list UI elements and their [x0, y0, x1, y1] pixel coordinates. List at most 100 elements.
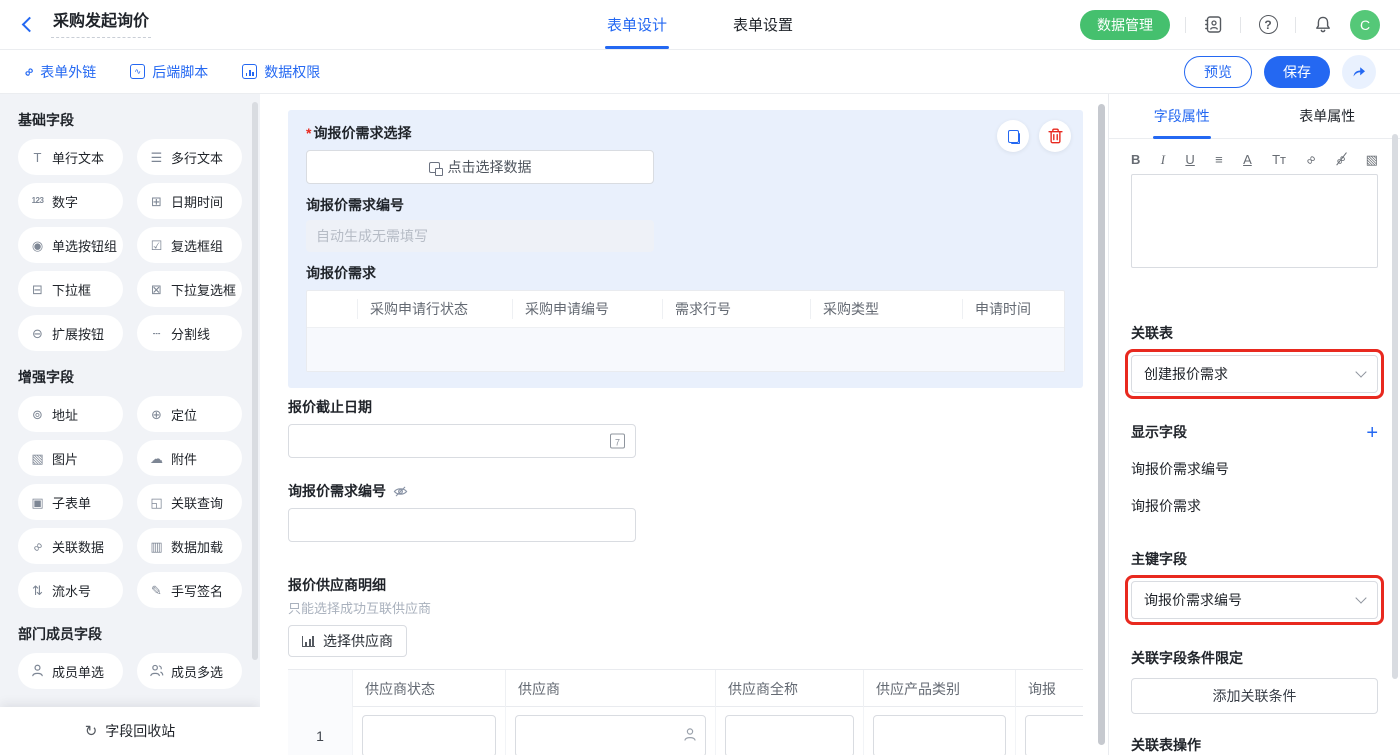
sidebar-item-select[interactable]: ⊟下拉框 [18, 271, 123, 307]
delete-field-button[interactable] [1039, 120, 1071, 152]
sidebar-item-multi-line-text[interactable]: ☰多行文本 [137, 139, 242, 175]
date-input[interactable]: 7 [288, 424, 636, 458]
primary-field-select[interactable]: 询报价需求编号 [1131, 581, 1378, 619]
field-recycle-bin[interactable]: ↻ 字段回收站 [0, 707, 260, 755]
panel-scrollbar[interactable] [1392, 134, 1398, 679]
add-condition-button[interactable]: 添加关联条件 [1131, 678, 1378, 714]
eye-hidden-icon [393, 484, 408, 499]
sidebar-item-datetime[interactable]: ⊞日期时间 [137, 183, 242, 219]
sidebar-scrollbar[interactable] [252, 102, 258, 660]
canvas-scrollbar[interactable] [1098, 104, 1105, 745]
product-category-input[interactable] [873, 715, 1006, 755]
linked-data-table: 采购申请行状态 采购申请编号 需求行号 采购类型 申请时间 [306, 290, 1065, 372]
avatar[interactable]: C [1350, 10, 1380, 40]
divider-icon: ┄ [148, 327, 165, 340]
align-icon[interactable]: ≡ [1215, 153, 1223, 166]
table-header-cell: 询报 [1015, 670, 1083, 708]
image-icon: ▧ [29, 452, 46, 465]
sidebar-item-data-load[interactable]: ▥数据加载 [137, 528, 242, 564]
sidebar-item-image[interactable]: ▧图片 [18, 440, 123, 476]
tab-form-settings[interactable]: 表单设置 [733, 0, 793, 49]
select-data-button[interactable]: 点击选择数据 [306, 150, 654, 184]
operations-label: 关联表操作 [1131, 736, 1378, 755]
text-icon: T [29, 151, 46, 164]
table-header-cell: 采购申请行状态 [357, 299, 512, 319]
data-manage-button[interactable]: 数据管理 [1080, 10, 1170, 40]
tab-field-properties[interactable]: 字段属性 [1109, 94, 1255, 138]
select-supplier-button[interactable]: 选择供应商 [288, 625, 407, 657]
sidebar-item-single-line-text[interactable]: T单行文本 [18, 139, 123, 175]
serial-icon: ⇅ [29, 584, 46, 597]
table-cell [863, 707, 1015, 755]
underline-icon[interactable]: U [1185, 153, 1194, 166]
font-size-icon[interactable]: Tт [1272, 153, 1286, 166]
bold-icon[interactable]: B [1131, 153, 1140, 166]
clipped-input[interactable] [1025, 715, 1083, 755]
auto-serial-input[interactable] [306, 220, 654, 252]
enhanced-fields-grid: ⊚地址 ⊕定位 ▧图片 ☁附件 ▣子表单 ◱关联查询 ∞关联数据 ▥数据加载 ⇅… [18, 396, 242, 608]
field-description-editor[interactable] [1131, 174, 1378, 268]
calendar-icon: ⊞ [148, 195, 165, 208]
field-label: 询报价需求编号 [306, 196, 1065, 214]
tab-form-properties[interactable]: 表单属性 [1255, 94, 1400, 138]
sidebar-item-address[interactable]: ⊚地址 [18, 396, 123, 432]
table-header-cell [288, 670, 352, 708]
button-icon: ⊖ [29, 327, 46, 340]
sidebar-item-serial-number[interactable]: ⇅流水号 [18, 572, 123, 608]
dropdown-multi-icon: ⊠ [148, 283, 165, 296]
sidebar-item-extended-button[interactable]: ⊖扩展按钮 [18, 315, 123, 351]
tab-form-design[interactable]: 表单设计 [607, 0, 667, 49]
link-icon[interactable]: ∞ [1303, 152, 1319, 168]
sidebar-item-linked-query[interactable]: ◱关联查询 [137, 484, 242, 520]
contacts-icon[interactable] [1201, 13, 1225, 37]
table-cell [715, 707, 863, 755]
sidebar-item-radio-group[interactable]: ◉单选按钮组 [18, 227, 123, 263]
display-field-item[interactable]: 询报价需求 [1131, 497, 1378, 516]
permission-icon [242, 64, 257, 79]
primary-field-label: 主键字段 [1131, 550, 1378, 569]
bar-chart-icon: ▥ [148, 540, 165, 553]
sidebar-item-subform[interactable]: ▣子表单 [18, 484, 123, 520]
sidebar-item-checkbox-group[interactable]: ☑复选框组 [137, 227, 242, 263]
form-external-link[interactable]: ∞ 表单外链 [24, 62, 96, 82]
field-serial[interactable]: 询报价需求编号 [288, 482, 1083, 542]
supplier-fullname-input[interactable] [725, 715, 854, 755]
preview-button[interactable]: 预览 [1184, 56, 1252, 88]
copy-field-button[interactable] [997, 120, 1029, 152]
related-table-select[interactable]: 创建报价需求 [1131, 355, 1378, 393]
page-title[interactable]: 采购发起询价 [51, 11, 151, 38]
sidebar-item-number[interactable]: 123数字 [18, 183, 123, 219]
field-label: 询报价需求编号 [288, 482, 386, 500]
backend-script[interactable]: ∿ 后端脚本 [130, 62, 208, 82]
supplier-status-input[interactable] [362, 715, 496, 755]
field-date[interactable]: 报价截止日期 7 [288, 398, 1083, 458]
save-button[interactable]: 保存 [1264, 56, 1330, 88]
font-color-icon[interactable]: A [1243, 153, 1252, 166]
dropdown-icon: ⊟ [29, 283, 46, 296]
share-button[interactable] [1342, 55, 1376, 89]
sidebar-item-location[interactable]: ⊕定位 [137, 396, 242, 432]
field-linked-data-select[interactable]: *询报价需求选择 点击选择数据 询报价需求编号 询报价需求 采购申请行状态 采购… [288, 110, 1083, 388]
plus-icon[interactable]: + [1366, 426, 1378, 440]
table-header-cell: 供应商全称 [715, 670, 863, 708]
sidebar-item-member-single[interactable]: 成员单选 [18, 653, 123, 689]
image-icon[interactable]: ▧ [1366, 153, 1378, 166]
sidebar-item-attachment[interactable]: ☁附件 [137, 440, 242, 476]
sidebar-item-signature[interactable]: ✎手写签名 [137, 572, 242, 608]
person-icon [682, 727, 698, 746]
field-label: *询报价需求选择 [306, 124, 1065, 142]
back-icon[interactable] [22, 17, 38, 33]
sidebar-item-multi-select[interactable]: ⊠下拉复选框 [137, 271, 242, 307]
help-icon[interactable]: ? [1256, 13, 1280, 37]
sidebar-item-linked-data[interactable]: ∞关联数据 [18, 528, 123, 564]
unlink-icon[interactable]: ∞ [1336, 153, 1345, 166]
bell-icon[interactable] [1311, 13, 1335, 37]
italic-icon[interactable]: I [1161, 153, 1165, 166]
field-supplier-subform[interactable]: 报价供应商明细 只能选择成功互联供应商 选择供应商 供应商状态 供应商 供应商全… [288, 576, 1083, 755]
serial-input[interactable] [288, 508, 636, 542]
sidebar-item-member-multi[interactable]: 成员多选 [137, 653, 242, 689]
display-field-item[interactable]: 询报价需求编号 [1131, 460, 1378, 479]
supplier-input[interactable] [515, 715, 706, 755]
data-permission[interactable]: 数据权限 [242, 62, 320, 82]
sidebar-item-divider[interactable]: ┄分割线 [137, 315, 242, 351]
